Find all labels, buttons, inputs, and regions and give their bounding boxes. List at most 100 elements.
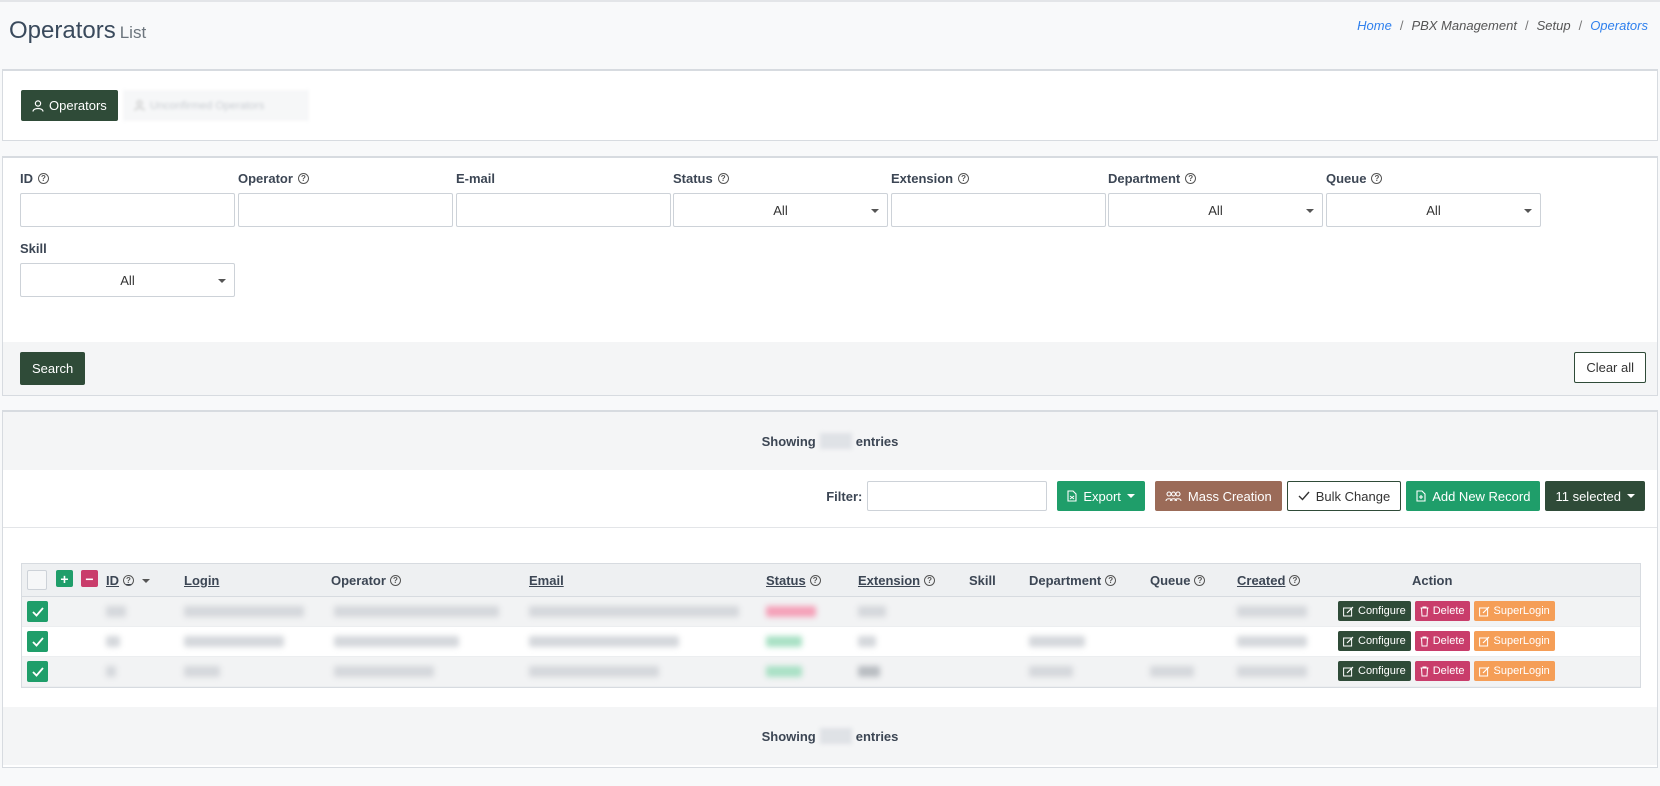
export-button[interactable]: Export [1057, 481, 1145, 511]
user-icon [134, 100, 145, 111]
entries-count-blurred [819, 433, 852, 449]
email-input[interactable] [456, 193, 671, 227]
help-icon[interactable]: ? [1289, 575, 1301, 586]
tab-operators[interactable]: Operators [21, 90, 118, 121]
department-filter-label: Department? [1108, 171, 1197, 186]
help-icon[interactable]: ? [809, 575, 821, 586]
blurred-cell [858, 666, 880, 677]
column-header-login[interactable]: Login [184, 564, 219, 597]
check-icon [31, 606, 44, 617]
queue-select-value: All [1426, 202, 1441, 218]
edit-icon [1343, 666, 1354, 677]
row-checkbox[interactable] [27, 601, 48, 622]
row-checkbox[interactable] [27, 661, 48, 682]
blurred-cell [1237, 606, 1307, 617]
status-filter-label: Status? [673, 171, 729, 186]
collapse-all-button[interactable]: − [81, 570, 98, 587]
superlogin-button[interactable]: SuperLogin [1473, 631, 1555, 651]
blurred-cell [106, 606, 126, 617]
blurred-cell [106, 636, 120, 647]
showing-entries-top: Showing entries [3, 412, 1657, 470]
help-icon[interactable]: ? [297, 173, 309, 184]
extension-input[interactable] [891, 193, 1106, 227]
email-label-text: E-mail [456, 171, 496, 186]
delete-button[interactable]: Delete [1414, 631, 1470, 651]
selected-dropdown-button[interactable]: 11 selected [1545, 481, 1645, 511]
column-header-id[interactable]: ID? [106, 564, 150, 597]
operator-input[interactable] [238, 193, 453, 227]
help-icon[interactable]: ? [958, 173, 970, 184]
column-header-status[interactable]: Status? [766, 564, 821, 597]
configure-button[interactable]: Configure [1338, 601, 1411, 621]
delete-button[interactable]: Delete [1414, 661, 1470, 681]
breadcrumb-operators[interactable]: Operators [1590, 18, 1648, 33]
tab-unconfirmed-operators[interactable]: Unconfirmed Operators [123, 90, 309, 121]
row-actions: Configure Delete SuperLogin [1338, 661, 1555, 681]
column-queue-label: Queue [1150, 573, 1191, 588]
id-input[interactable] [20, 193, 235, 227]
blurred-cell [1029, 636, 1085, 647]
mass-creation-button[interactable]: Mass Creation [1154, 481, 1282, 511]
delete-label: Delete [1432, 665, 1465, 677]
blurred-cell [858, 636, 876, 647]
edit-icon [1478, 666, 1490, 677]
table-header: + − ID? Login Operator? Email Status? Ex… [22, 564, 1640, 597]
department-select[interactable]: All [1108, 193, 1323, 227]
table-card: Showing entries Filter: Export Mass Crea… [2, 410, 1658, 768]
column-header-extension[interactable]: Extension? [858, 564, 936, 597]
filter-footer: Search Clear all [3, 342, 1657, 395]
breadcrumb-home[interactable]: Home [1357, 18, 1392, 33]
skill-label-text: Skill [20, 241, 47, 256]
superlogin-button[interactable]: SuperLogin [1473, 601, 1555, 621]
row-checkbox[interactable] [27, 631, 48, 652]
queue-select[interactable]: All [1326, 193, 1541, 227]
status-select[interactable]: All [673, 193, 888, 227]
status-select-value: All [773, 202, 788, 218]
add-new-record-button[interactable]: Add New Record [1406, 481, 1541, 511]
blurred-status [766, 666, 802, 677]
help-icon[interactable]: ? [924, 575, 936, 586]
queue-filter-label: Queue? [1326, 171, 1383, 186]
check-icon [1298, 491, 1310, 501]
help-icon[interactable]: ? [1194, 575, 1206, 586]
table-row[interactable]: Configure Delete SuperLogin [22, 597, 1640, 627]
column-header-created[interactable]: Created? [1237, 564, 1301, 597]
clear-all-button[interactable]: Clear all [1574, 352, 1646, 383]
column-header-email[interactable]: Email [529, 564, 564, 597]
configure-button[interactable]: Configure [1338, 661, 1411, 681]
chevron-down-icon [218, 279, 226, 283]
select-all-checkbox[interactable] [27, 570, 47, 590]
search-button[interactable]: Search [20, 352, 86, 385]
table-row[interactable]: Configure Delete SuperLogin [22, 657, 1640, 687]
skill-select[interactable]: All [20, 263, 235, 297]
help-icon[interactable]: ? [389, 575, 401, 586]
help-icon[interactable]: ? [1105, 575, 1117, 586]
expand-all-button[interactable]: + [56, 570, 73, 587]
row-actions: Configure Delete SuperLogin [1338, 631, 1555, 651]
superlogin-button[interactable]: SuperLogin [1473, 661, 1555, 681]
help-icon[interactable]: ? [1371, 173, 1383, 184]
blurred-cell [1237, 666, 1307, 677]
help-icon[interactable]: ? [123, 575, 134, 586]
help-icon[interactable]: ? [1185, 173, 1197, 184]
filter-label: Filter: [826, 488, 863, 504]
help-icon[interactable]: ? [717, 173, 729, 184]
chevron-down-icon [1306, 209, 1314, 213]
delete-button[interactable]: Delete [1414, 601, 1470, 621]
table-filter-input[interactable] [867, 481, 1048, 511]
check-icon [31, 636, 44, 647]
mass-creation-label: Mass Creation [1187, 488, 1272, 504]
top-border [0, 0, 1660, 2]
configure-button[interactable]: Configure [1338, 631, 1411, 651]
file-plus-icon [1416, 490, 1426, 502]
table-row[interactable]: Configure Delete SuperLogin [22, 627, 1640, 657]
extension-label-text: Extension [891, 171, 954, 186]
edit-icon [1343, 636, 1354, 647]
column-header-department: Department? [1029, 564, 1117, 597]
blurred-cell [184, 666, 220, 677]
operators-table: + − ID? Login Operator? Email Status? Ex… [21, 563, 1641, 688]
blurred-cell [1150, 666, 1194, 677]
bulk-change-button[interactable]: Bulk Change [1286, 481, 1402, 511]
superlogin-label: SuperLogin [1493, 665, 1550, 677]
help-icon[interactable]: ? [38, 173, 49, 184]
